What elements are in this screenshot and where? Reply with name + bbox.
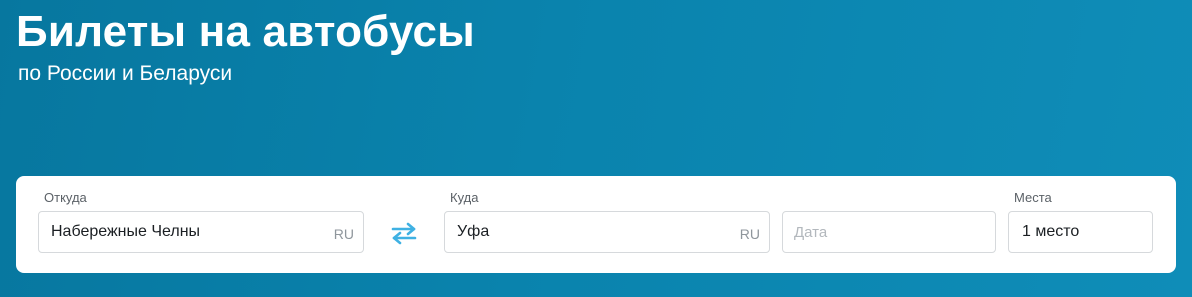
to-value: Уфа bbox=[457, 223, 490, 240]
from-label: Откуда bbox=[44, 190, 87, 205]
page-subtitle: по России и Беларуси bbox=[18, 62, 233, 85]
date-field[interactable]: Дата bbox=[782, 211, 996, 253]
seats-value: 1 место bbox=[1022, 223, 1080, 240]
seats-label: Места bbox=[1014, 190, 1052, 205]
to-label: Куда bbox=[450, 190, 479, 205]
to-field[interactable]: Уфа RU bbox=[444, 211, 770, 253]
seats-field[interactable]: 1 место bbox=[1008, 211, 1153, 253]
from-field[interactable]: Набережные Челны RU bbox=[38, 211, 364, 253]
from-value: Набережные Челны bbox=[51, 223, 201, 240]
from-country-code: RU bbox=[333, 226, 354, 242]
date-placeholder: Дата bbox=[794, 224, 828, 241]
swap-button[interactable] bbox=[384, 214, 424, 252]
to-country-code: RU bbox=[739, 226, 760, 242]
search-form: Откуда Набережные Челны RU Куда Уфа RU Д… bbox=[16, 176, 1176, 273]
page-title: Билеты на автобусы bbox=[16, 7, 475, 56]
swap-arrows-icon bbox=[391, 222, 417, 245]
